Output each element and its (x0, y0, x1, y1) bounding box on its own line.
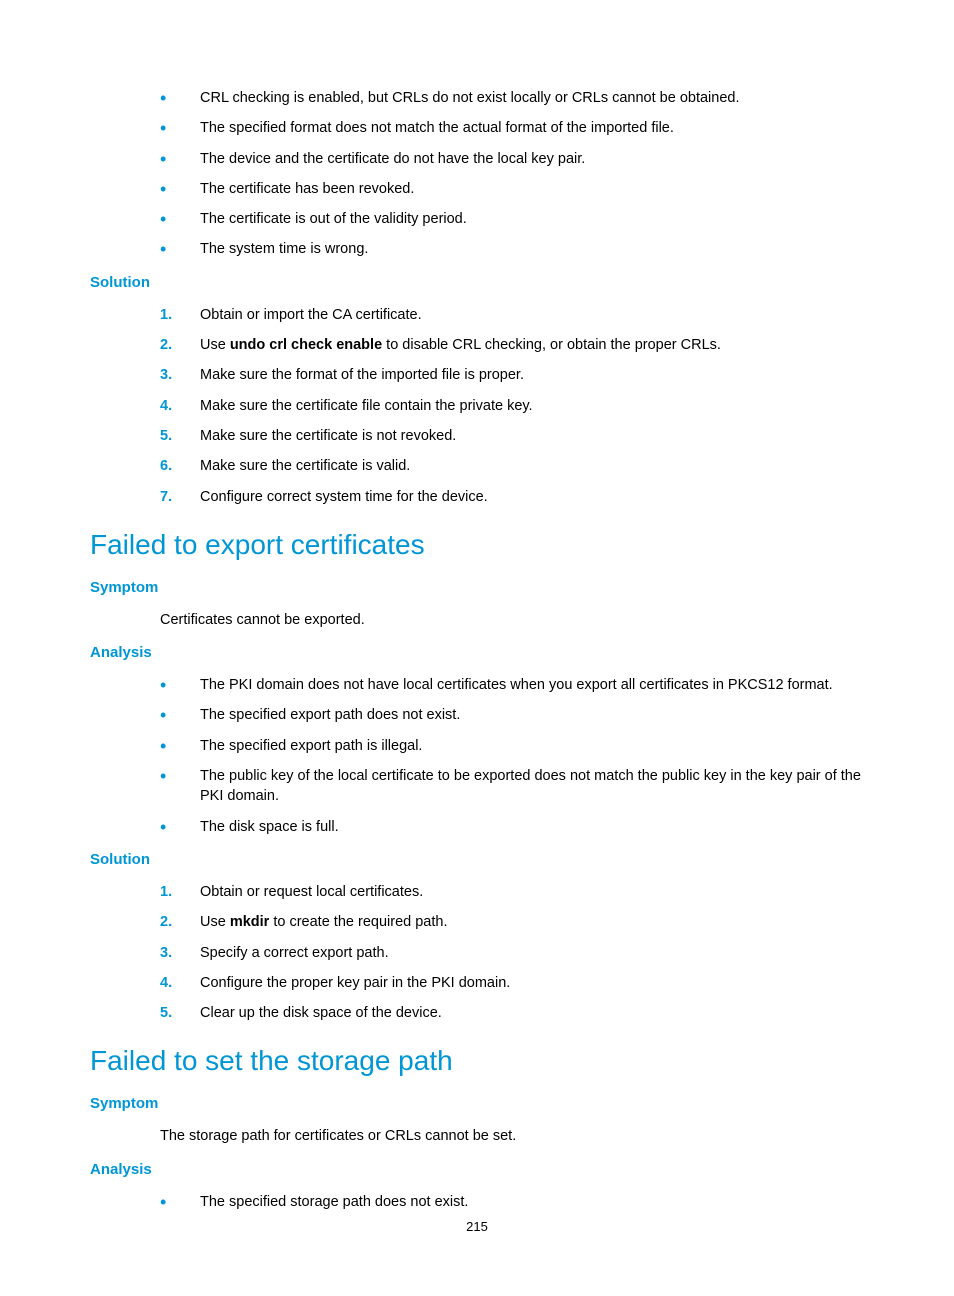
document-page: •CRL checking is enabled, but CRLs do no… (0, 0, 954, 1212)
list-number: 6. (160, 456, 200, 476)
bullet-icon: • (160, 766, 200, 783)
section-heading-storage: Failed to set the storage path (90, 1045, 864, 1077)
list-item: •The PKI domain does not have local cert… (160, 675, 864, 695)
analysis-list-1: •The PKI domain does not have local cert… (160, 675, 864, 837)
bullet-icon: • (160, 817, 200, 834)
list-item: 7.Configure correct system time for the … (160, 487, 864, 507)
bullet-text: The certificate is out of the validity p… (200, 209, 864, 229)
list-item: 3.Specify a correct export path. (160, 943, 864, 963)
bullet-icon: • (160, 149, 200, 166)
symptom-heading: Symptom (90, 1095, 864, 1112)
list-number: 4. (160, 396, 200, 416)
bullet-text: The disk space is full. (200, 817, 864, 837)
list-text: Make sure the certificate file contain t… (200, 396, 864, 416)
bullet-text: The public key of the local certificate … (200, 766, 864, 807)
symptom-text: The storage path for certificates or CRL… (160, 1126, 864, 1146)
bullet-text: The certificate has been revoked. (200, 179, 864, 199)
bullet-icon: • (160, 209, 200, 226)
list-number: 1. (160, 882, 200, 902)
list-number: 5. (160, 426, 200, 446)
list-item: •The system time is wrong. (160, 239, 864, 259)
analysis-heading: Analysis (90, 1161, 864, 1178)
list-item: •The specified export path is illegal. (160, 736, 864, 756)
list-item: •The certificate has been revoked. (160, 179, 864, 199)
list-number: 2. (160, 335, 200, 355)
command-text: mkdir (230, 914, 270, 930)
list-item: •CRL checking is enabled, but CRLs do no… (160, 88, 864, 108)
top-bullet-list: •CRL checking is enabled, but CRLs do no… (160, 88, 864, 260)
bullet-icon: • (160, 239, 200, 256)
list-text: Clear up the disk space of the device. (200, 1003, 864, 1023)
bullet-text: The device and the certificate do not ha… (200, 149, 864, 169)
list-number: 2. (160, 912, 200, 932)
section-heading-export: Failed to export certificates (90, 529, 864, 561)
list-text: Obtain or request local certificates. (200, 882, 864, 902)
list-text: Make sure the format of the imported fil… (200, 365, 864, 385)
list-text: Configure correct system time for the de… (200, 487, 864, 507)
symptom-heading: Symptom (90, 579, 864, 596)
solution-list-2: 1.Obtain or request local certificates. … (160, 882, 864, 1023)
bullet-icon: • (160, 736, 200, 753)
bullet-icon: • (160, 88, 200, 105)
solution-heading: Solution (90, 851, 864, 868)
bullet-icon: • (160, 1192, 200, 1209)
list-item: 3.Make sure the format of the imported f… (160, 365, 864, 385)
bullet-text: The specified export path does not exist… (200, 705, 864, 725)
list-text: Specify a correct export path. (200, 943, 864, 963)
list-number: 1. (160, 305, 200, 325)
bullet-icon: • (160, 675, 200, 692)
list-item: 2.Use mkdir to create the required path. (160, 912, 864, 932)
list-item: •The public key of the local certificate… (160, 766, 864, 807)
bullet-icon: • (160, 118, 200, 135)
list-text: Configure the proper key pair in the PKI… (200, 973, 864, 993)
list-item: •The disk space is full. (160, 817, 864, 837)
list-item: 5.Clear up the disk space of the device. (160, 1003, 864, 1023)
list-text: Use mkdir to create the required path. (200, 912, 864, 932)
command-text: undo crl check enable (230, 337, 382, 353)
list-item: 4.Configure the proper key pair in the P… (160, 973, 864, 993)
list-text: Make sure the certificate is not revoked… (200, 426, 864, 446)
list-item: •The specified format does not match the… (160, 118, 864, 138)
bullet-text: The specified export path is illegal. (200, 736, 864, 756)
list-number: 4. (160, 973, 200, 993)
list-text: Obtain or import the CA certificate. (200, 305, 864, 325)
bullet-text: The specified storage path does not exis… (200, 1192, 864, 1212)
analysis-heading: Analysis (90, 644, 864, 661)
list-item: 5.Make sure the certificate is not revok… (160, 426, 864, 446)
list-number: 7. (160, 487, 200, 507)
list-item: 6.Make sure the certificate is valid. (160, 456, 864, 476)
list-item: •The device and the certificate do not h… (160, 149, 864, 169)
list-number: 5. (160, 1003, 200, 1023)
list-item: 1.Obtain or import the CA certificate. (160, 305, 864, 325)
bullet-text: CRL checking is enabled, but CRLs do not… (200, 88, 864, 108)
list-item: 1.Obtain or request local certificates. (160, 882, 864, 902)
list-number: 3. (160, 365, 200, 385)
list-item: 2.Use undo crl check enable to disable C… (160, 335, 864, 355)
list-text: Make sure the certificate is valid. (200, 456, 864, 476)
list-item: •The certificate is out of the validity … (160, 209, 864, 229)
list-number: 3. (160, 943, 200, 963)
page-number: 215 (0, 1219, 954, 1234)
solution-heading: Solution (90, 274, 864, 291)
list-text: Use undo crl check enable to disable CRL… (200, 335, 864, 355)
list-item: 4.Make sure the certificate file contain… (160, 396, 864, 416)
bullet-text: The PKI domain does not have local certi… (200, 675, 864, 695)
analysis-list-2: •The specified storage path does not exi… (160, 1192, 864, 1212)
list-item: •The specified export path does not exis… (160, 705, 864, 725)
solution-list-1: 1.Obtain or import the CA certificate. 2… (160, 305, 864, 507)
list-item: •The specified storage path does not exi… (160, 1192, 864, 1212)
bullet-text: The system time is wrong. (200, 239, 864, 259)
symptom-text: Certificates cannot be exported. (160, 610, 864, 630)
bullet-text: The specified format does not match the … (200, 118, 864, 138)
bullet-icon: • (160, 179, 200, 196)
bullet-icon: • (160, 705, 200, 722)
